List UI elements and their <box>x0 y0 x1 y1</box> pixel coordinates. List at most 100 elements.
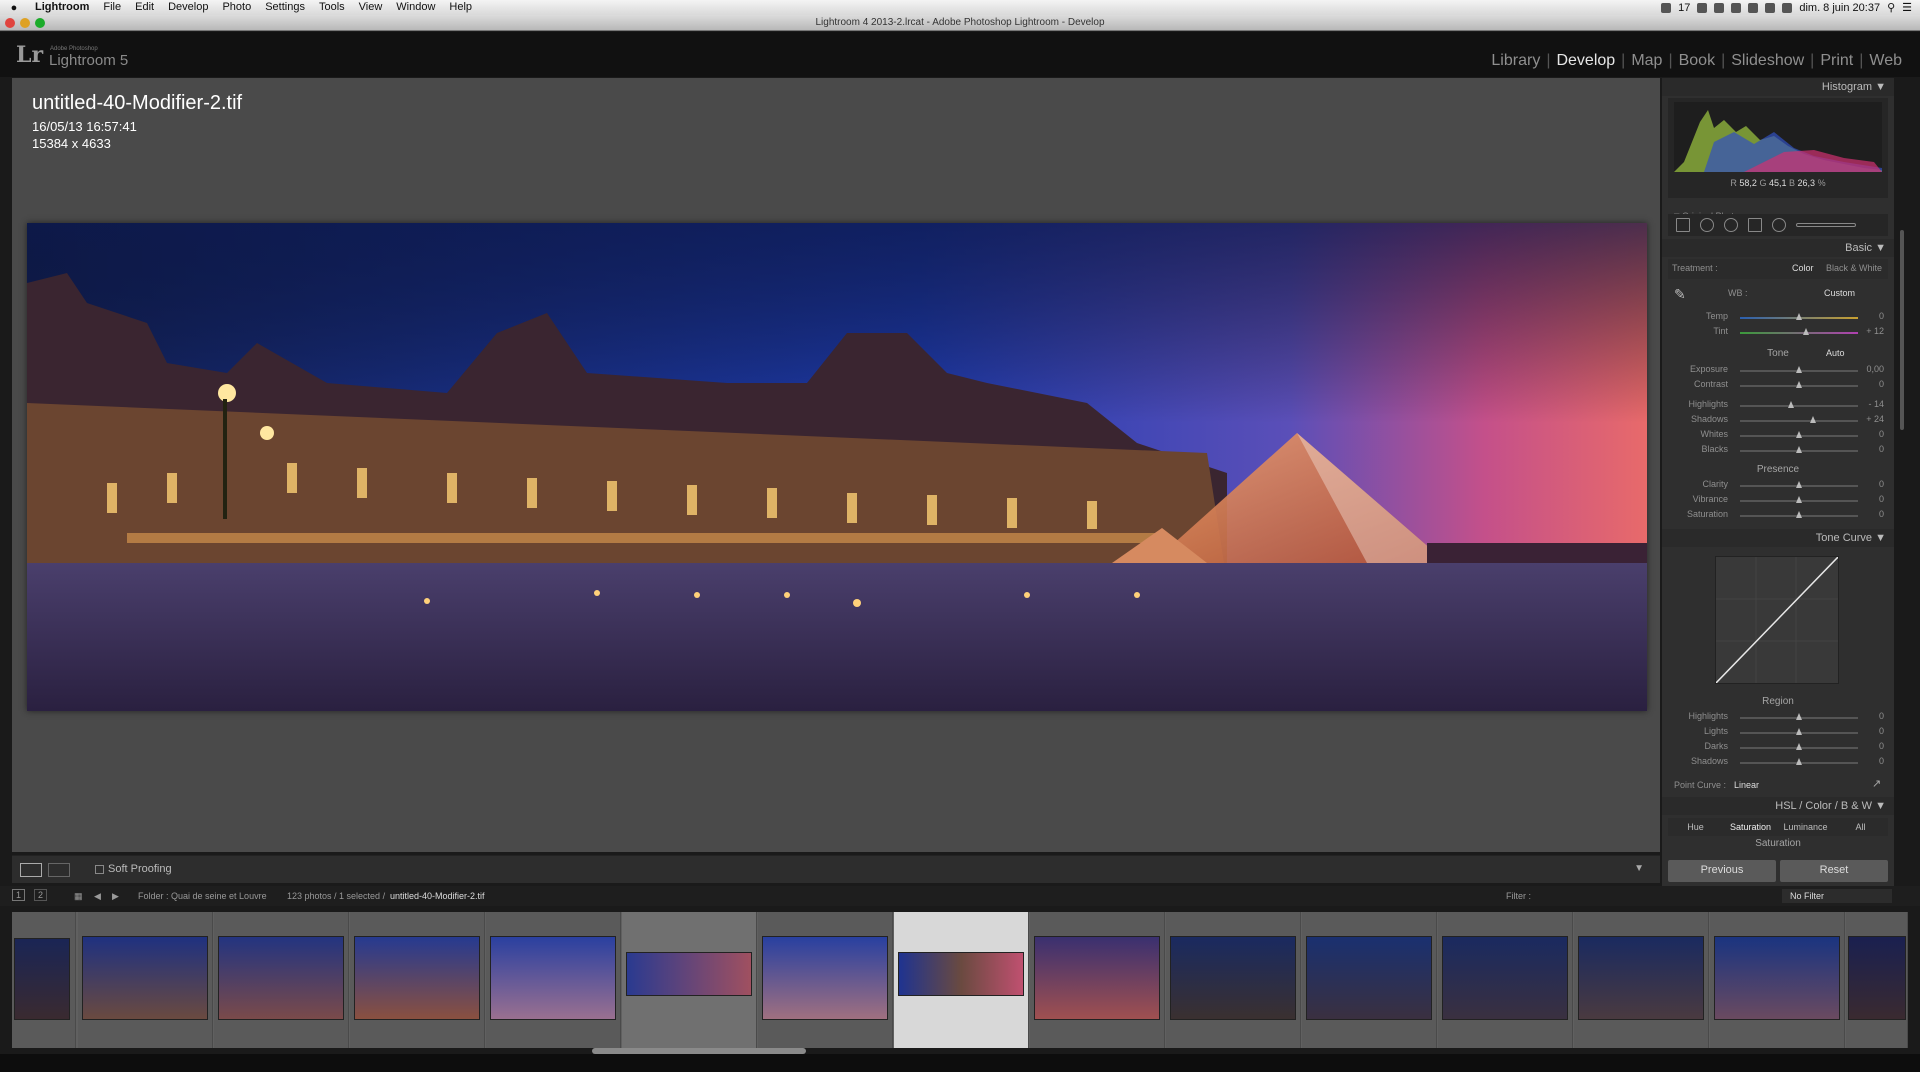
hsl-tab-luminance[interactable]: Luminance <box>1778 818 1833 836</box>
basic-panel-header[interactable]: Basic ▼ <box>1662 239 1894 257</box>
point-curve-select[interactable]: Linear <box>1734 780 1759 790</box>
treatment-color-option[interactable]: Color <box>1792 263 1814 273</box>
menu-edit[interactable]: Edit <box>128 0 161 15</box>
before-after-button[interactable] <box>48 863 70 877</box>
checkmark-icon[interactable] <box>1714 2 1725 13</box>
module-library[interactable]: Library <box>1485 52 1546 70</box>
main-photo[interactable] <box>27 223 1647 711</box>
screen-1-button[interactable]: 1 <box>12 889 26 901</box>
menu-photo[interactable]: Photo <box>215 0 258 15</box>
slider-knob[interactable] <box>1796 758 1802 765</box>
crop-tool-icon[interactable] <box>1676 218 1690 232</box>
filmstrip-thumb[interactable] <box>1166 912 1301 1048</box>
slider-knob[interactable] <box>1796 743 1802 750</box>
dropbox-icon[interactable] <box>1731 2 1742 13</box>
module-web[interactable]: Web <box>1863 52 1908 70</box>
right-panel-scrollbar[interactable] <box>1900 230 1904 430</box>
module-book[interactable]: Book <box>1673 52 1721 70</box>
module-print[interactable]: Print <box>1814 52 1859 70</box>
slider-knob[interactable] <box>1796 366 1802 373</box>
filmstrip-thumb[interactable] <box>1030 912 1165 1048</box>
slider-knob[interactable] <box>1796 713 1802 720</box>
histogram-header[interactable]: Histogram ▼ <box>1662 78 1894 96</box>
slider-blacks[interactable]: Blacks 0 <box>1668 444 1888 457</box>
spot-removal-icon[interactable] <box>1700 218 1714 232</box>
module-slideshow[interactable]: Slideshow <box>1725 52 1810 70</box>
auto-tone-button[interactable]: Auto <box>1826 348 1845 358</box>
spotlight-icon[interactable]: ⚲ <box>1887 1 1895 14</box>
filmstrip-thumb[interactable] <box>1302 912 1437 1048</box>
filmstrip-thumb[interactable] <box>350 912 485 1048</box>
wb-eyedropper-icon[interactable]: ✎ <box>1674 286 1686 303</box>
graduated-filter-icon[interactable] <box>1748 218 1762 232</box>
notification-icon[interactable]: ☰ <box>1902 1 1912 14</box>
slider-knob[interactable] <box>1796 431 1802 438</box>
slider-shadows[interactable]: Shadows + 24 <box>1668 414 1888 427</box>
slider-saturation[interactable]: Saturation 0 <box>1668 509 1888 522</box>
forward-arrow-icon[interactable]: ▶ <box>112 891 119 902</box>
filmstrip-thumb[interactable] <box>758 912 893 1048</box>
menu-view[interactable]: View <box>352 0 390 15</box>
reset-button[interactable]: Reset <box>1780 860 1888 882</box>
wifi-icon[interactable] <box>1765 2 1776 13</box>
tone-curve-header[interactable]: Tone Curve ▼ <box>1662 529 1894 547</box>
filmstrip-thumb[interactable] <box>1574 912 1709 1048</box>
slider-knob[interactable] <box>1803 328 1810 335</box>
slider-knob[interactable] <box>1796 728 1802 735</box>
slider-tc-shadows[interactable]: Shadows 0 <box>1668 756 1888 769</box>
slider-tint[interactable]: Tint + 12 <box>1668 326 1888 339</box>
slider-whites[interactable]: Whites 0 <box>1668 429 1888 442</box>
menu-settings[interactable]: Settings <box>258 0 312 15</box>
filter-select[interactable]: No Filter <box>1782 889 1892 903</box>
wb-select[interactable]: Custom <box>1824 288 1855 298</box>
sync-icon[interactable] <box>1697 2 1708 13</box>
hsl-tab-all[interactable]: All <box>1833 818 1888 836</box>
slider-highlights[interactable]: Highlights - 14 <box>1668 399 1888 412</box>
radial-filter-icon[interactable] <box>1772 218 1786 232</box>
menu-lightroom[interactable]: Lightroom <box>28 0 96 15</box>
slider-tc-lights[interactable]: Lights 0 <box>1668 726 1888 739</box>
hsl-tab-saturation[interactable]: Saturation <box>1723 818 1778 836</box>
filmstrip-thumb[interactable] <box>1846 912 1908 1048</box>
slider-exposure[interactable]: Exposure 0,00 <box>1668 364 1888 377</box>
hsl-header[interactable]: HSL / Color / B & W ▼ <box>1662 797 1894 815</box>
slider-vibrance[interactable]: Vibrance 0 <box>1668 494 1888 507</box>
filmstrip-thumb-selected[interactable] <box>894 912 1029 1048</box>
treatment-bw-option[interactable]: Black & White <box>1826 263 1882 273</box>
menubar-clock[interactable]: dim. 8 juin 20:37 <box>1799 2 1880 14</box>
hsl-tab-hue[interactable]: Hue <box>1668 818 1723 836</box>
slider-knob[interactable] <box>1796 481 1802 488</box>
filmstrip-thumb[interactable] <box>78 912 213 1048</box>
menu-tools[interactable]: Tools <box>312 0 352 15</box>
soft-proofing-checkbox[interactable] <box>95 865 104 874</box>
slider-tc-darks[interactable]: Darks 0 <box>1668 741 1888 754</box>
previous-button[interactable]: Previous <box>1668 860 1776 882</box>
loupe-view-button[interactable] <box>20 863 42 877</box>
filmstrip-thumb[interactable] <box>486 912 621 1048</box>
tone-curve-graph[interactable] <box>1715 556 1839 684</box>
slider-contrast[interactable]: Contrast 0 <box>1668 379 1888 392</box>
slider-knob[interactable] <box>1796 511 1802 518</box>
volume-icon[interactable] <box>1782 2 1793 13</box>
develop-view[interactable]: untitled-40-Modifier-2.tif 16/05/13 16:5… <box>12 78 1660 852</box>
edit-point-curve-icon[interactable]: ↗ <box>1872 777 1881 790</box>
module-map[interactable]: Map <box>1625 52 1668 70</box>
filmstrip-thumb[interactable] <box>214 912 349 1048</box>
menu-develop[interactable]: Develop <box>161 0 215 15</box>
folder-path[interactable]: Folder : Quai de seine et Louvre <box>138 891 267 901</box>
tray-badge[interactable]: 17 <box>1678 2 1690 14</box>
slider-clarity[interactable]: Clarity 0 <box>1668 479 1888 492</box>
slider-knob[interactable] <box>1796 496 1802 503</box>
slider-temp[interactable]: Temp 0 <box>1668 311 1888 324</box>
slider-knob[interactable] <box>1810 416 1817 423</box>
menu-help[interactable]: Help <box>442 0 479 15</box>
toolbar-menu-chevron-icon[interactable]: ▼ <box>1634 863 1644 874</box>
slider-tc-highlights[interactable]: Highlights 0 <box>1668 711 1888 724</box>
slider-knob[interactable] <box>1796 313 1802 320</box>
slider-knob[interactable] <box>1796 381 1802 388</box>
filmstrip-thumb[interactable] <box>1438 912 1573 1048</box>
grid-view-icon[interactable]: ▦ <box>74 891 83 902</box>
back-arrow-icon[interactable]: ◀ <box>94 891 101 902</box>
apple-menu-icon[interactable]: ● <box>0 2 28 14</box>
selected-filename[interactable]: untitled-40-Modifier-2.tif <box>390 891 485 901</box>
